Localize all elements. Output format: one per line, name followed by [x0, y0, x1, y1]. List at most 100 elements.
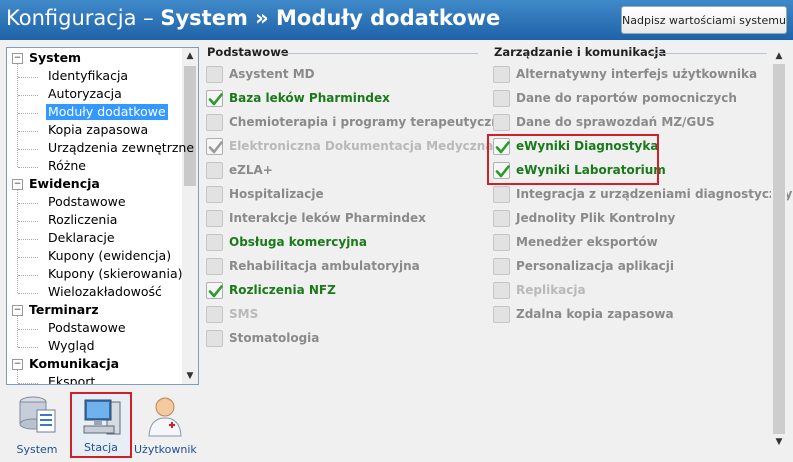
tree-category-ewidencja[interactable]: Ewidencja	[29, 176, 100, 192]
module-checkbox[interactable]	[493, 210, 510, 227]
tree-connector	[18, 149, 38, 150]
tree-item-kopia-zapasowa[interactable]: Kopia zapasowa	[46, 122, 150, 138]
tree-connector	[18, 347, 38, 348]
tree-connector	[18, 239, 38, 240]
module-checkbox[interactable]	[206, 330, 223, 347]
collapse-icon[interactable]: −	[12, 305, 23, 316]
module-checkbox[interactable]	[493, 258, 510, 275]
nav-button-uzytkownik[interactable]: Użytkownik	[134, 392, 197, 458]
module-label: Zdalna kopia zapasowa	[516, 307, 674, 321]
module-label: Hospitalizacje	[229, 187, 324, 201]
tree-item-wyglad[interactable]: Wygląd	[46, 338, 97, 354]
module-checkbox[interactable]	[206, 114, 223, 131]
tree-item-rozne[interactable]: Różne	[46, 158, 88, 174]
scroll-up-icon[interactable]: ▲	[182, 48, 198, 64]
module-label: Asystent MD	[229, 67, 315, 81]
tree-item-podstawowe[interactable]: Podstawowe	[46, 194, 128, 210]
tree-item-wielozakladowosc[interactable]: Wielozakładowość	[46, 284, 164, 300]
module-checkbox[interactable]	[206, 186, 223, 203]
module-label: Replikacja	[516, 283, 586, 297]
tree-scroll-thumb[interactable]	[184, 66, 196, 186]
tree-scrollbar[interactable]: ▲ ▼	[182, 48, 198, 384]
tree-item-autoryzacja[interactable]: Autoryzacja	[46, 86, 124, 102]
tree-connector	[18, 203, 38, 204]
module-checkbox[interactable]	[493, 186, 510, 203]
nav-button-system[interactable]: System	[6, 392, 68, 458]
module-checkbox[interactable]	[493, 114, 510, 131]
tree-connector	[18, 293, 38, 294]
module-label: SMS	[229, 307, 259, 321]
tree-item-identyfikacja[interactable]: Identyfikacja	[46, 68, 130, 84]
tree-connector	[18, 329, 38, 330]
module-label: Rozliczenia NFZ	[229, 283, 336, 297]
module-label: eZLA+	[229, 163, 273, 177]
section-divider	[649, 53, 767, 54]
section-divider	[280, 53, 478, 54]
settings-tree[interactable]: ▲ ▼ − System Identyfikacja Autoryzacja Moduł…	[6, 47, 199, 385]
collapse-icon[interactable]: −	[12, 359, 23, 370]
module-checkbox	[493, 282, 510, 299]
module-checkbox[interactable]	[493, 234, 510, 251]
tree-item-moduly-dodatkowe[interactable]: Moduły dodatkowe	[46, 104, 168, 120]
module-label: Chemioterapia i programy terapeutyczne	[229, 115, 508, 129]
modules-scroll-thumb[interactable]	[773, 64, 785, 434]
scroll-down-icon[interactable]: ▼	[182, 368, 198, 384]
module-label: Rehabilitacja ambulatoryjna	[229, 259, 420, 273]
module-label: Baza leków Pharmindex	[229, 91, 390, 105]
tree-item-kupony-ewidencja[interactable]: Kupony (ewidencja)	[46, 248, 173, 264]
tree-connector	[18, 275, 38, 276]
tree-connector	[17, 316, 18, 347]
module-checkbox[interactable]	[206, 66, 223, 83]
module-checkbox[interactable]	[493, 66, 510, 83]
tree-category-komunikacja[interactable]: Komunikacja	[29, 356, 119, 372]
nav-button-stacja[interactable]: Stacja	[70, 392, 132, 458]
module-label: Stomatologia	[229, 331, 320, 345]
scroll-down-icon[interactable]: ▼	[771, 434, 787, 450]
tree-connector	[18, 131, 38, 132]
module-label: Dane do raportów pomocniczych	[516, 91, 737, 105]
tree-item-kupony-skierowania[interactable]: Kupony (skierowania)	[46, 266, 185, 282]
tree-connector	[17, 64, 18, 167]
module-label: Dane do sprawozdań MZ/GUS	[516, 115, 715, 129]
module-checkbox[interactable]	[493, 90, 510, 107]
tree-item-eksport[interactable]: Eksport	[46, 374, 97, 384]
tree-category-terminarz[interactable]: Terminarz	[29, 302, 99, 318]
module-checkbox	[206, 138, 223, 155]
module-checkbox[interactable]	[493, 306, 510, 323]
nav-label: Stacja	[84, 441, 118, 454]
tree-item-rozliczenia[interactable]: Rozliczenia	[46, 212, 119, 228]
tree-item-deklaracje[interactable]: Deklaracje	[46, 230, 117, 246]
module-checkbox	[206, 306, 223, 323]
module-label: Alternatywny interfejs użytkownika	[516, 67, 758, 81]
scroll-up-icon[interactable]: ▲	[771, 48, 787, 64]
tree-category-system[interactable]: System	[29, 50, 81, 66]
module-label: Elektroniczna Dokumentacja Medyczna	[229, 139, 494, 153]
module-label: Jednolity Plik Kontrolny	[516, 211, 676, 225]
module-label: Menedżer eksportów	[516, 235, 658, 249]
module-label: Obsługa komercyjna	[229, 235, 367, 249]
collapse-icon[interactable]: −	[12, 179, 23, 190]
tree-item-podstawowe[interactable]: Podstawowe	[46, 320, 128, 336]
title-bar: Konfiguracja – System » Moduły dodatkowe…	[0, 0, 793, 40]
tree-connector	[17, 190, 18, 293]
collapse-icon[interactable]: −	[12, 53, 23, 64]
module-checkbox[interactable]	[206, 162, 223, 179]
tree-connector	[17, 370, 18, 383]
tree-connector	[18, 95, 38, 96]
page-title: Konfiguracja – System » Moduły dodatkowe	[6, 6, 501, 30]
tree-item-urzadzenia-zewnetrzne[interactable]: Urządzenia zewnętrzne	[46, 140, 196, 156]
tree-connector	[18, 77, 38, 78]
use-system-values-button[interactable]: Nadpisz wartościami systemu	[621, 6, 787, 34]
tree-connector	[18, 167, 38, 168]
module-label: Personalizacja aplikacji	[516, 259, 675, 273]
modules-scrollbar[interactable]: ▲ ▼	[771, 48, 787, 450]
module-checkbox[interactable]	[206, 258, 223, 275]
module-checkbox[interactable]	[206, 282, 223, 299]
tree-connector	[18, 221, 38, 222]
ewyniki-highlight-frame	[487, 134, 659, 185]
module-label: Interakcje leków Pharmindex	[229, 211, 426, 225]
module-checkbox[interactable]	[206, 90, 223, 107]
module-checkbox[interactable]	[206, 210, 223, 227]
module-checkbox[interactable]	[206, 234, 223, 251]
tree-connector	[18, 113, 38, 114]
